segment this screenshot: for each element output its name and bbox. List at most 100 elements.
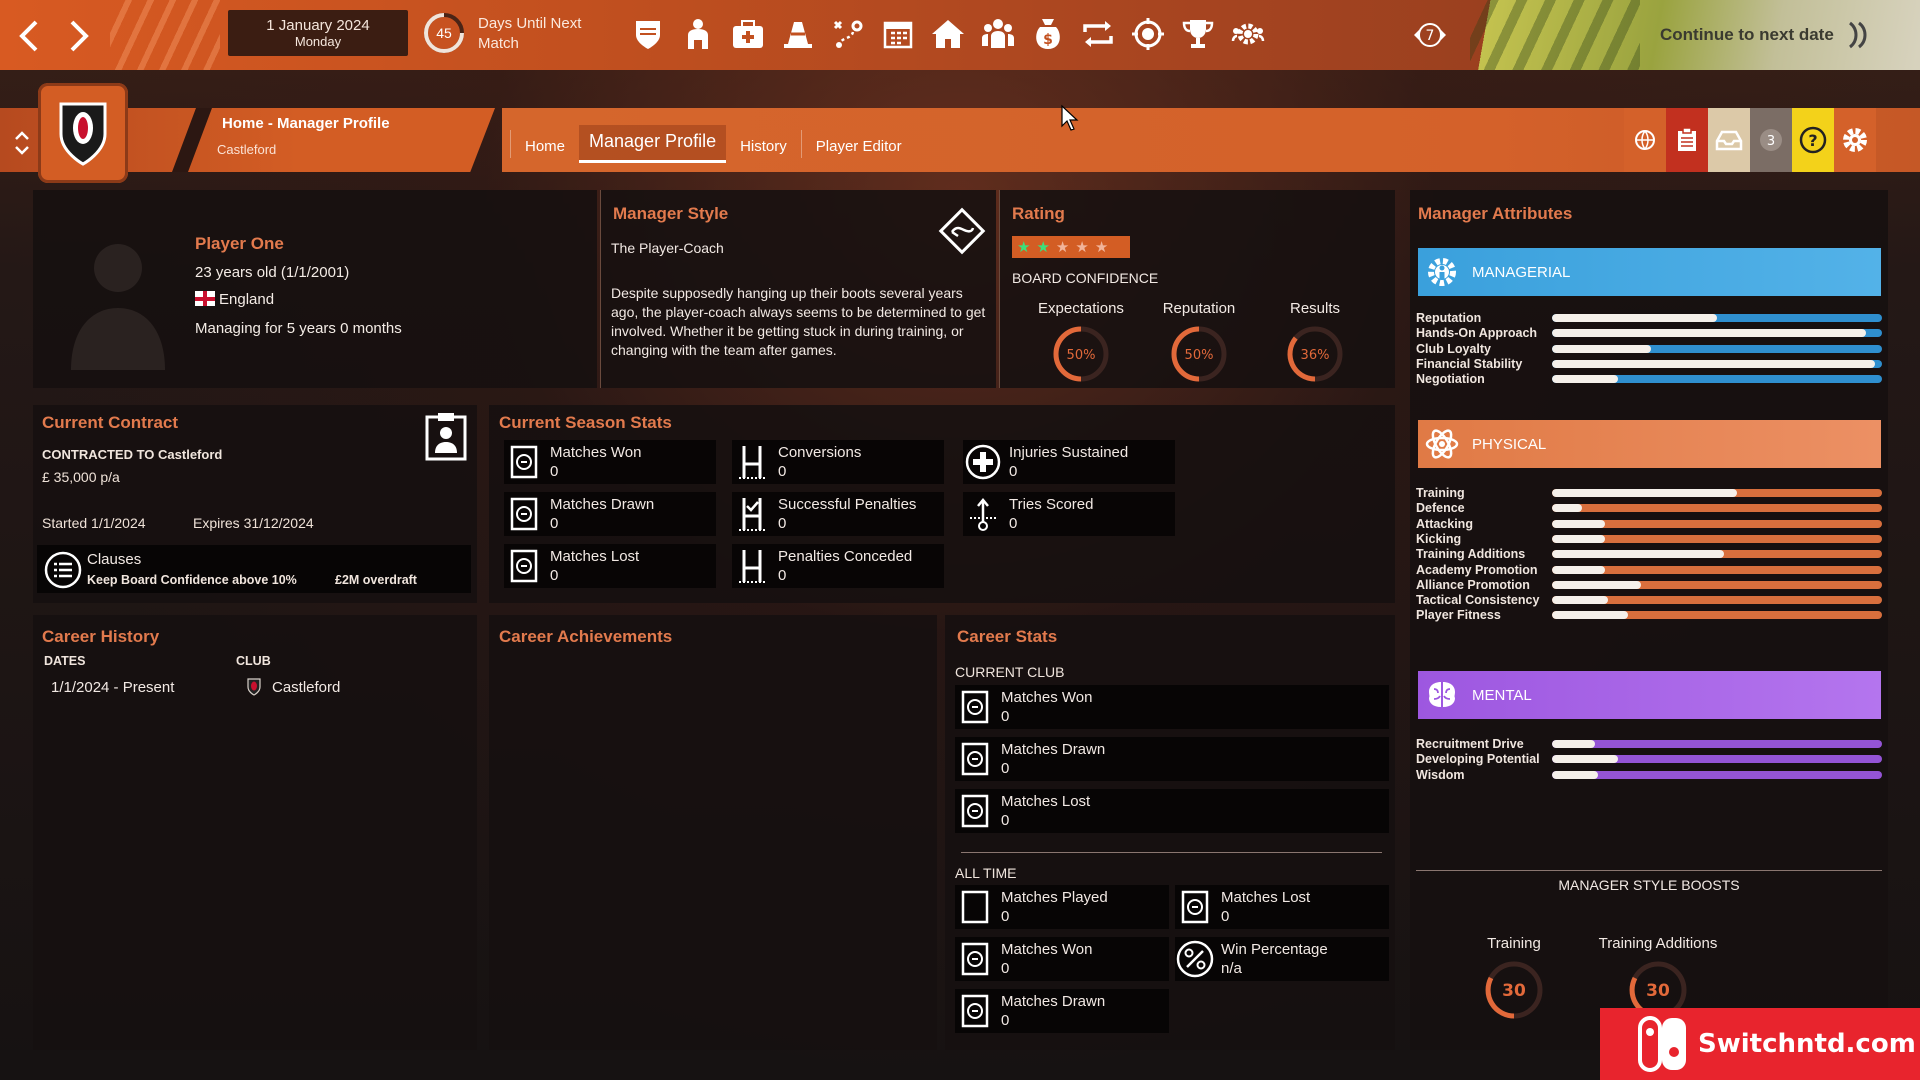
watermark: Switchntd.com: [1600, 1008, 1920, 1080]
attribute-row[interactable]: Negotiation: [1416, 370, 1882, 388]
seven-day-icon[interactable]: 7: [1408, 18, 1452, 52]
boost-training: Training 30: [1449, 935, 1579, 1026]
career-stat-cell[interactable]: Matches Drawn 0: [955, 737, 1389, 781]
attribute-bar-fill: [1552, 344, 1651, 353]
board-confidence-label: BOARD CONFIDENCE: [1012, 270, 1159, 286]
stat-text: Matches Won 0: [550, 443, 641, 481]
scouting-icon[interactable]: [1128, 14, 1167, 54]
attribute-bar: [1552, 519, 1882, 528]
weekday-label: Monday: [294, 34, 342, 49]
season-stat-cell[interactable]: Injuries Sustained 0: [963, 440, 1175, 484]
attribute-bar: [1552, 504, 1882, 513]
medical-icon[interactable]: [728, 14, 767, 54]
attribute-bar: [1552, 359, 1882, 368]
attribute-name: Player Fitness: [1416, 608, 1501, 623]
nation-label: England: [219, 291, 275, 308]
attribute-row[interactable]: Wisdom: [1416, 766, 1882, 784]
breadcrumb-title: Home - Manager Profile: [222, 115, 390, 132]
season-stat-cell[interactable]: Successful Penalties 0: [732, 492, 944, 536]
home-icon[interactable]: [928, 14, 967, 54]
history-row[interactable]: 1/1/2024 - Present Castleford: [43, 675, 463, 701]
stat-value: 0: [1001, 760, 1010, 777]
inbox-icon[interactable]: [1708, 108, 1750, 172]
settings-group-icon[interactable]: [1228, 14, 1267, 54]
back-arrow-icon[interactable]: [8, 11, 50, 61]
squad-icon[interactable]: [678, 14, 717, 54]
pitch-board-icon: [955, 989, 995, 1033]
tactics-icon[interactable]: [828, 14, 867, 54]
stat-text: Matches Lost 0: [1221, 888, 1310, 926]
attribute-bar: [1552, 314, 1882, 322]
training-cone-icon[interactable]: [778, 14, 817, 54]
season-stat-cell[interactable]: Tries Scored 0: [963, 492, 1175, 536]
shield-icon[interactable]: [628, 14, 667, 54]
boost-value: 30: [1502, 981, 1526, 1001]
days-until-label: Days Until Next Match: [478, 15, 582, 52]
forward-arrow-icon[interactable]: [58, 11, 100, 61]
stat-value: 0: [550, 567, 559, 584]
attribute-row[interactable]: Player Fitness: [1416, 606, 1882, 624]
days-until-match-ring: 45: [422, 11, 466, 55]
all-time-stat-cell[interactable]: Win Percentage n/a: [1175, 937, 1389, 981]
attribute-name: Hands-On Approach: [1416, 326, 1538, 341]
tab-home[interactable]: Home: [515, 132, 575, 163]
career-stat-cell[interactable]: Matches Won 0: [955, 685, 1389, 729]
stat-text: Matches Drawn 0: [1001, 740, 1105, 778]
tab-history[interactable]: History: [730, 132, 797, 163]
clauses-box[interactable]: Clauses Keep Board Confidence above 10% …: [37, 545, 471, 593]
percentage-icon: [1175, 937, 1215, 981]
stat-text: Conversions 0: [778, 443, 861, 481]
gauge-label: Reputation: [1162, 300, 1236, 317]
globe-icon[interactable]: [1624, 108, 1666, 172]
season-stat-cell[interactable]: Penalties Conceded 0: [732, 544, 944, 588]
up-down-chevron-icon[interactable]: [10, 128, 34, 158]
category-mental[interactable]: MENTAL: [1418, 671, 1881, 719]
manager-avatar: [71, 244, 165, 370]
attribute-name: Reputation: [1416, 311, 1482, 325]
tab-player-editor[interactable]: Player Editor: [806, 132, 912, 163]
season-stat-cell[interactable]: Matches Lost 0: [504, 544, 716, 588]
category-managerial[interactable]: MANAGERIAL: [1418, 248, 1881, 296]
calendar-icon[interactable]: [878, 14, 917, 54]
trophy-icon[interactable]: [1178, 14, 1217, 54]
attribute-bar-fill: [1552, 550, 1724, 559]
clipboard-icon[interactable]: [1666, 108, 1708, 172]
all-time-stat-cell[interactable]: Matches Played 0: [955, 885, 1169, 929]
all-time-stat-cell[interactable]: Matches Drawn 0: [955, 989, 1169, 1033]
stat-value: 0: [778, 567, 787, 584]
transfer-icon[interactable]: [1078, 14, 1117, 54]
stat-value: 0: [1001, 812, 1010, 829]
contracted-to: CONTRACTED TO Castleford: [42, 447, 223, 462]
season-stat-cell[interactable]: Conversions 0: [732, 440, 944, 484]
pitch-board-icon: [955, 737, 995, 781]
notification-count[interactable]: 3: [1750, 108, 1792, 172]
club-crest[interactable]: [38, 83, 128, 183]
managerial-label: MANAGERIAL: [1472, 263, 1571, 281]
stat-label: Matches Lost: [1001, 793, 1091, 810]
career-stat-cell[interactable]: Matches Lost 0: [955, 789, 1389, 833]
season-stat-cell[interactable]: Matches Won 0: [504, 440, 716, 484]
attribute-bar: [1552, 580, 1882, 589]
mental-label: MENTAL: [1472, 686, 1532, 704]
clauses-label: Clauses: [87, 551, 142, 568]
settings-gear-icon[interactable]: [1834, 108, 1876, 172]
stat-text: Matches Drawn 0: [1001, 992, 1105, 1030]
all-time-stat-cell[interactable]: Matches Won 0: [955, 937, 1169, 981]
category-physical[interactable]: PHYSICAL: [1418, 420, 1881, 468]
finance-icon[interactable]: $: [1028, 14, 1067, 54]
all-time-stat-cell[interactable]: Matches Lost 0: [1175, 885, 1389, 929]
stat-label: Tries Scored: [1009, 496, 1094, 513]
help-icon[interactable]: ?: [1792, 108, 1834, 172]
staff-icon[interactable]: [978, 14, 1017, 54]
gauge-ring: 50%: [1053, 326, 1109, 382]
attribute-bar-fill: [1552, 489, 1737, 497]
season-stat-cell[interactable]: Matches Drawn 0: [504, 492, 716, 536]
stat-value: 0: [1221, 908, 1230, 925]
attribute-bar-fill: [1552, 740, 1595, 748]
club-crest-small-icon: [247, 678, 261, 696]
stat-text: Matches Won 0: [1001, 940, 1092, 978]
stat-text: Tries Scored 0: [1009, 495, 1093, 533]
continue-button[interactable]: Continue to next date: [1660, 14, 1910, 56]
tab-manager-profile[interactable]: Manager Profile: [579, 125, 727, 163]
pitch-board-icon: [504, 544, 544, 588]
